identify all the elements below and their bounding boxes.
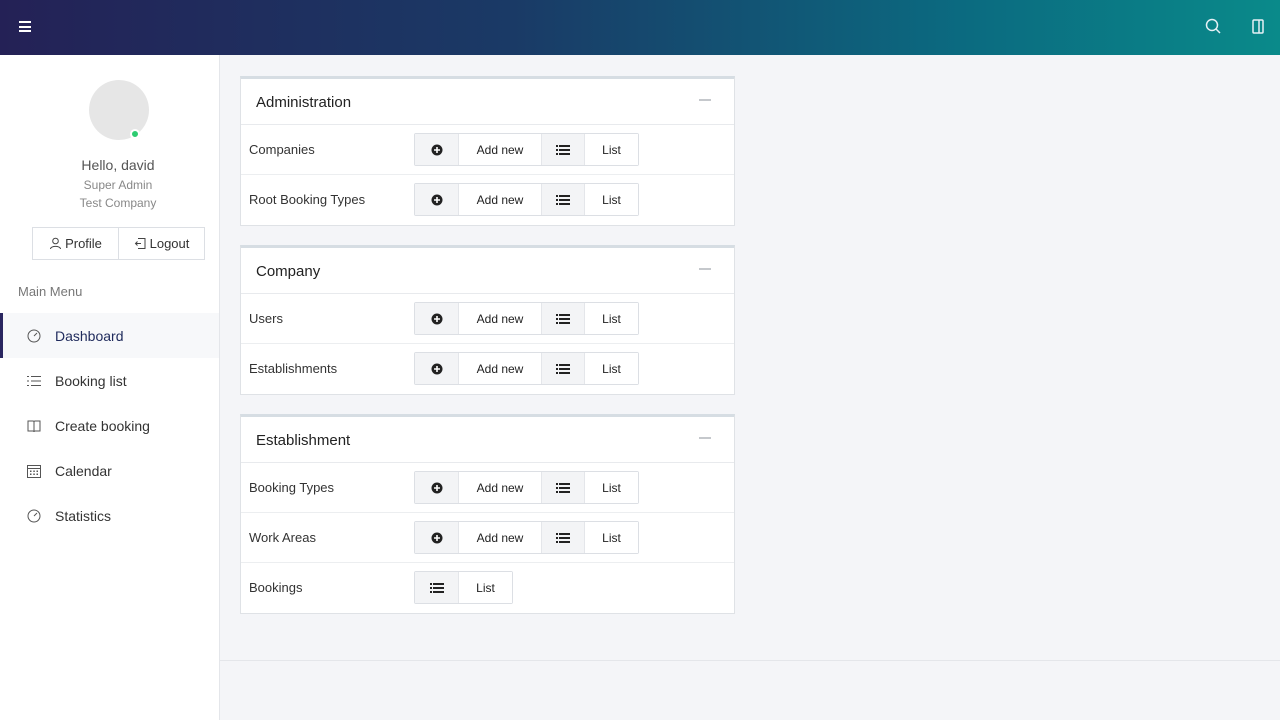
footer-divider — [220, 660, 1280, 661]
row-label: Users — [249, 311, 283, 326]
list-icon[interactable] — [415, 572, 458, 603]
logout-icon — [134, 238, 146, 249]
list-button[interactable]: List — [584, 353, 638, 384]
card-row-booking-types: Booking Types Add new List — [241, 463, 734, 513]
hamburger-icon[interactable] — [19, 21, 31, 32]
menu-item-label: Statistics — [55, 507, 112, 524]
plus-circle-icon[interactable] — [415, 134, 458, 165]
menu-item-statistics[interactable]: Statistics — [0, 493, 219, 538]
profile-label: Profile — [65, 236, 102, 251]
sidebar-toggle-icon[interactable] — [1248, 17, 1268, 37]
row-label: Work Areas — [249, 530, 316, 545]
menu-item-label: Calendar — [55, 462, 112, 479]
action-button-group: Add new List — [414, 352, 639, 385]
gauge-icon — [27, 509, 41, 522]
action-button-group: Add new List — [414, 133, 639, 166]
collapse-icon[interactable] — [699, 99, 711, 101]
list-icon[interactable] — [541, 303, 584, 334]
list-icon — [27, 375, 41, 386]
plus-circle-icon[interactable] — [415, 184, 458, 215]
menu-item-create-booking[interactable]: Create booking — [0, 403, 219, 448]
row-label: Bookings — [249, 580, 303, 595]
menu-item-label: Create booking — [55, 417, 150, 434]
card-row-bookings: Bookings List — [241, 563, 734, 613]
user-company: Test Company — [79, 196, 157, 210]
plus-circle-icon[interactable] — [415, 303, 458, 334]
card-row-work-areas: Work Areas Add new List — [241, 513, 734, 563]
card-establishment: Establishment Booking Types Add new List… — [240, 414, 735, 614]
list-icon[interactable] — [541, 134, 584, 165]
profile-button-group: Profile Logout — [32, 227, 205, 260]
card-title: Company — [256, 263, 321, 280]
collapse-icon[interactable] — [699, 268, 711, 270]
list-button[interactable]: List — [584, 522, 638, 553]
logout-label: Logout — [149, 236, 190, 251]
card-header: Company — [241, 248, 734, 294]
list-button[interactable]: List — [458, 572, 512, 603]
action-button-group: Add new List — [414, 521, 639, 554]
sidebar: Hello, david Super Admin Test Company Pr… — [0, 55, 220, 720]
gauge-icon — [27, 329, 41, 342]
calendar-icon — [27, 464, 41, 478]
add-new-button[interactable]: Add new — [458, 303, 541, 334]
menu-item-booking-list[interactable]: Booking list — [0, 358, 219, 403]
list-icon[interactable] — [541, 353, 584, 384]
row-label: Booking Types — [249, 480, 335, 495]
card-row-establishments: Establishments Add new List — [241, 344, 734, 394]
menu-item-label: Booking list — [55, 372, 127, 389]
list-icon[interactable] — [541, 522, 584, 553]
action-button-group: Add new List — [414, 302, 639, 335]
row-label: Companies — [249, 142, 315, 157]
top-navbar — [0, 0, 1280, 55]
menu-item-calendar[interactable]: Calendar — [0, 448, 219, 493]
card-title: Establishment — [256, 432, 351, 449]
row-label: Root Booking Types — [249, 192, 366, 207]
list-icon[interactable] — [541, 472, 584, 503]
plus-circle-icon[interactable] — [415, 353, 458, 384]
plus-circle-icon[interactable] — [415, 522, 458, 553]
add-new-button[interactable]: Add new — [458, 353, 541, 384]
book-icon — [27, 420, 41, 432]
collapse-icon[interactable] — [699, 437, 711, 439]
card-row-users: Users Add new List — [241, 294, 734, 344]
add-new-button[interactable]: Add new — [458, 522, 541, 553]
card-administration: Administration Companies Add new List Ro… — [240, 76, 735, 226]
list-button[interactable]: List — [584, 134, 638, 165]
card-company: Company Users Add new List Establishment… — [240, 245, 735, 395]
add-new-button[interactable]: Add new — [458, 184, 541, 215]
add-new-button[interactable]: Add new — [458, 472, 541, 503]
action-button-group: List — [414, 571, 513, 604]
user-role: Super Admin — [83, 178, 153, 192]
search-icon[interactable] — [1204, 17, 1224, 37]
logout-button[interactable]: Logout — [118, 228, 204, 259]
plus-circle-icon[interactable] — [415, 472, 458, 503]
card-header: Administration — [241, 79, 734, 125]
main-menu-title: Main Menu — [18, 284, 83, 299]
card-row-companies: Companies Add new List — [241, 125, 734, 175]
user-icon — [50, 237, 62, 250]
row-label: Establishments — [249, 361, 338, 376]
list-button[interactable]: List — [584, 472, 638, 503]
list-icon[interactable] — [541, 184, 584, 215]
menu-item-dashboard[interactable]: Dashboard — [0, 313, 219, 358]
card-title: Administration — [256, 94, 352, 111]
avatar — [89, 80, 149, 140]
add-new-button[interactable]: Add new — [458, 134, 541, 165]
main-menu: Dashboard Booking list Create booking Ca… — [0, 313, 219, 538]
profile-button[interactable]: Profile — [33, 228, 118, 259]
action-button-group: Add new List — [414, 183, 639, 216]
user-greeting: Hello, david — [81, 157, 155, 173]
action-button-group: Add new List — [414, 471, 639, 504]
list-button[interactable]: List — [584, 303, 638, 334]
online-status-dot — [130, 129, 140, 139]
menu-item-label: Dashboard — [55, 327, 124, 344]
card-header: Establishment — [241, 417, 734, 463]
card-row-root-booking-types: Root Booking Types Add new List — [241, 175, 734, 225]
list-button[interactable]: List — [584, 184, 638, 215]
